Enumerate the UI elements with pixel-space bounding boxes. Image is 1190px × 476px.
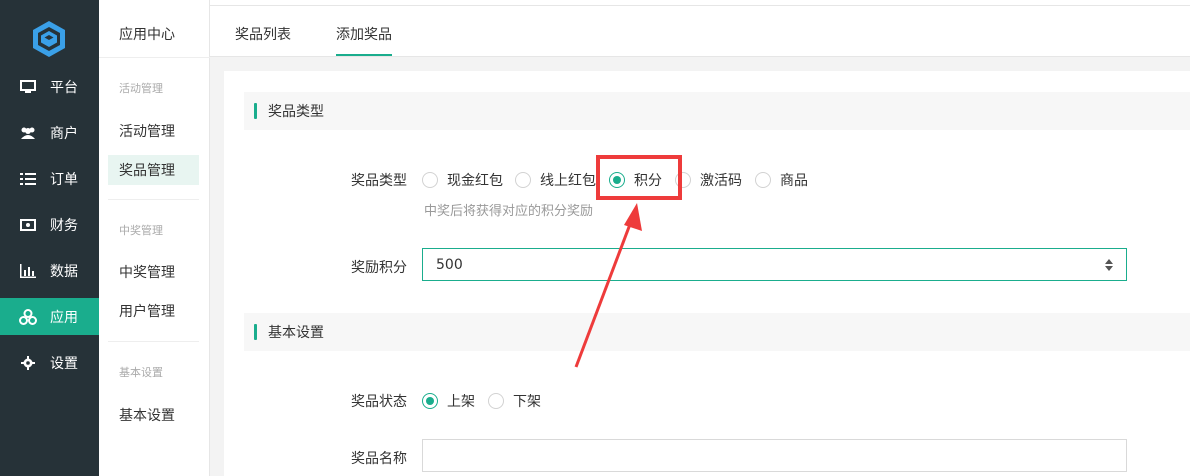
- annotation-arrow: [574, 203, 642, 368]
- nav-item-label: 设置: [50, 355, 78, 372]
- radio-circle[interactable]: [422, 393, 438, 409]
- nav-item-label: 平台: [50, 79, 78, 96]
- section-header-prize-type: 奖品类型: [244, 92, 1190, 130]
- sidebar-item-prize[interactable]: 奖品管理: [108, 155, 199, 185]
- nav-item-label: 应用: [50, 309, 78, 326]
- tab-add-prize[interactable]: 添加奖品: [336, 24, 392, 44]
- cubes-icon: [19, 308, 37, 326]
- sidebar-item-label: 用户管理: [119, 304, 175, 320]
- prize-type-label: 奖品类型: [351, 173, 407, 189]
- number-spinner-icon[interactable]: [1104, 258, 1114, 272]
- money-icon: [19, 216, 37, 234]
- active-tab-indicator: [336, 54, 392, 56]
- radio-activation-code[interactable]: 激活码: [675, 170, 742, 190]
- section-accent-bar: [254, 103, 257, 119]
- divider: [108, 341, 199, 342]
- radio-cash-redpacket[interactable]: 现金红包: [422, 170, 503, 190]
- tab-prize-list[interactable]: 奖品列表: [235, 24, 291, 44]
- sidebar-group-title: 中奖管理: [119, 224, 163, 237]
- sidebar-item-label: 活动管理: [119, 124, 175, 140]
- radio-label: 激活码: [700, 173, 742, 189]
- sidebar-header: 应用中心: [119, 27, 175, 43]
- sidebar-group-title: 活动管理: [119, 82, 163, 95]
- annotation-highlight-box: [596, 155, 682, 200]
- divider: [99, 57, 210, 58]
- radio-status-on[interactable]: 上架: [422, 391, 475, 411]
- sidebar-item-basic[interactable]: 基本设置: [108, 400, 199, 430]
- sidebar-group-title: 基本设置: [119, 366, 163, 379]
- app-logo-icon[interactable]: [30, 20, 68, 58]
- sidebar-item-label: 奖品管理: [119, 163, 175, 179]
- gear-icon: [19, 354, 37, 372]
- sidebar-item-label: 中奖管理: [119, 265, 175, 281]
- main-nav: 平台 商户 订单 财务 数据 应用 设置: [0, 0, 99, 476]
- monitor-icon: [19, 78, 37, 96]
- section-header-basic: 基本设置: [244, 313, 1190, 351]
- radio-goods[interactable]: 商品: [755, 170, 808, 190]
- nav-item-label: 订单: [50, 171, 78, 188]
- nav-item-finance[interactable]: 财务: [0, 206, 99, 243]
- radio-label: 上架: [447, 394, 475, 410]
- sidebar-item-activity[interactable]: 活动管理: [108, 116, 199, 146]
- nav-item-label: 商户: [50, 125, 78, 142]
- radio-online-redpacket[interactable]: 线上红包: [515, 170, 596, 190]
- radio-label: 商品: [780, 173, 808, 189]
- section-title: 奖品类型: [268, 104, 324, 120]
- name-label: 奖品名称: [351, 451, 407, 467]
- points-value: 500: [436, 256, 463, 273]
- bar-chart-icon: [19, 262, 37, 280]
- nav-item-settings[interactable]: 设置: [0, 344, 99, 381]
- nav-item-orders[interactable]: 订单: [0, 160, 99, 197]
- nav-item-platform[interactable]: 平台: [0, 68, 99, 105]
- nav-item-data[interactable]: 数据: [0, 252, 99, 289]
- radio-circle[interactable]: [422, 172, 438, 188]
- sidebar-item-label: 基本设置: [119, 408, 175, 424]
- nav-item-merchant[interactable]: 商户: [0, 114, 99, 151]
- radio-circle[interactable]: [515, 172, 531, 188]
- sub-sidebar: 应用中心 活动管理 活动管理 奖品管理 中奖管理 中奖管理 用户管理 基本设置 …: [99, 0, 210, 476]
- section-accent-bar: [254, 324, 257, 340]
- radio-label: 线上红包: [540, 173, 596, 189]
- points-label: 奖励积分: [351, 260, 407, 276]
- radio-circle[interactable]: [755, 172, 771, 188]
- nav-item-apps[interactable]: 应用: [0, 298, 99, 335]
- radio-circle[interactable]: [488, 393, 504, 409]
- radio-label: 现金红包: [447, 173, 503, 189]
- status-label: 奖品状态: [351, 394, 407, 410]
- points-input[interactable]: 500: [422, 248, 1127, 281]
- nav-item-label: 数据: [50, 263, 78, 280]
- radio-label: 下架: [513, 394, 541, 410]
- list-icon: [19, 170, 37, 188]
- radio-status-off[interactable]: 下架: [488, 391, 541, 411]
- users-icon: [19, 124, 37, 142]
- divider: [210, 5, 1190, 6]
- sidebar-item-users[interactable]: 用户管理: [108, 296, 199, 326]
- name-input[interactable]: [422, 439, 1127, 472]
- sidebar-item-winning[interactable]: 中奖管理: [108, 257, 199, 287]
- nav-item-label: 财务: [50, 217, 78, 234]
- section-title: 基本设置: [268, 325, 324, 341]
- divider: [108, 199, 199, 200]
